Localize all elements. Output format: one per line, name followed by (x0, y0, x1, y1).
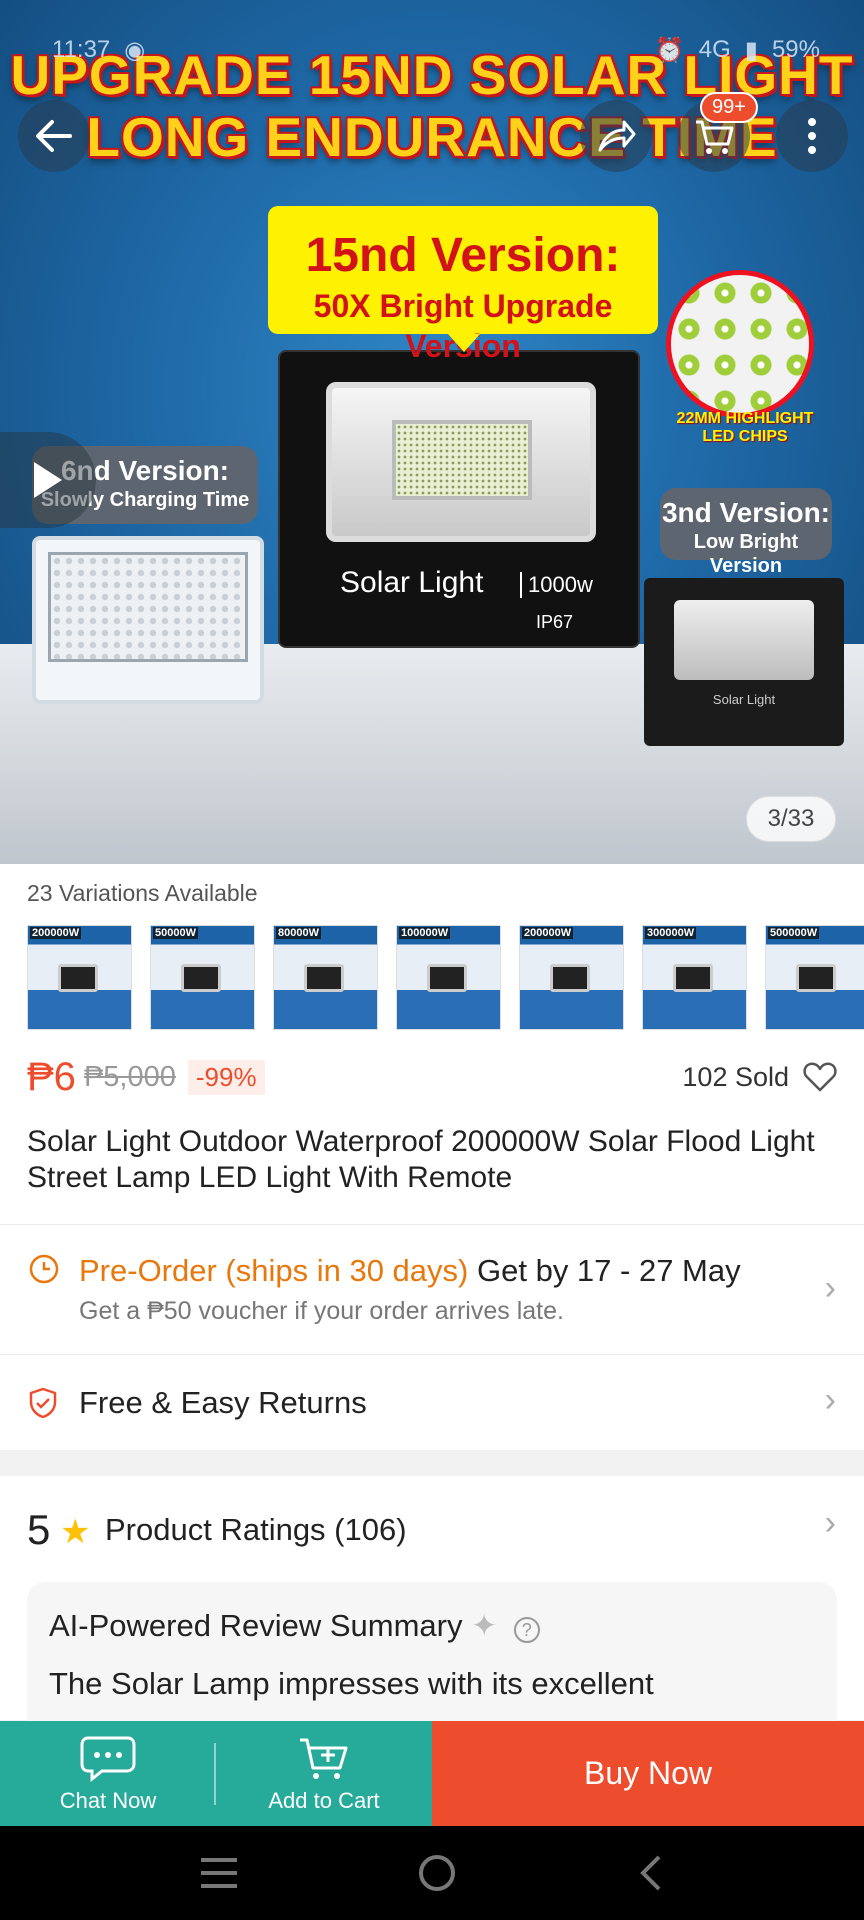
main-lamp-label: Solar Light (340, 566, 484, 599)
current-price: ₱6 (27, 1054, 76, 1099)
play-icon (34, 462, 62, 498)
help-icon[interactable]: ? (513, 1617, 540, 1643)
shipping-line: Pre-Order (ships in 30 days) Get by 17 -… (79, 1253, 741, 1289)
preorder-label: Pre-Order (ships in 30 days) (79, 1253, 469, 1288)
chat-now-button[interactable]: Chat Now (0, 1721, 216, 1826)
variations-label: 23 Variations Available (27, 880, 258, 906)
product-title: Solar Light Outdoor Waterproof 200000W S… (27, 1125, 815, 1194)
chevron-right-icon: › (824, 1381, 836, 1419)
lamp-panel (326, 382, 596, 542)
left-lamp-illustration (32, 536, 264, 704)
status-bar: 11:37 ◉ ⏰ 4G ▮ 59% (52, 30, 820, 70)
chevron-right-icon: › (824, 1504, 836, 1542)
summary-title: AI-Powered Review Summary (49, 1608, 463, 1643)
original-price: ₱5,000 (83, 1060, 176, 1093)
home-icon[interactable] (417, 1853, 457, 1893)
back-button[interactable] (18, 100, 90, 172)
bottom-divider (214, 1743, 216, 1805)
rating-score: 5 (27, 1506, 51, 1553)
shield-icon (29, 1387, 57, 1419)
chat-now-label: Chat Now (59, 1787, 157, 1813)
main-lamp-illustration: Solar Light 1000w IP67 (278, 350, 640, 648)
chat-icon (80, 1736, 136, 1782)
chevron-right-icon: › (824, 1269, 836, 1307)
variation-thumbnails[interactable]: 200000W 50000W 80000W 100000W 200000W 30… (27, 925, 864, 1031)
led-chip-closeup (666, 270, 814, 418)
variation-thumb[interactable]: 50000W (150, 925, 255, 1030)
version-callout: 15nd Version: 50X Bright Upgrade Version (268, 206, 658, 364)
image-counter: 3/33 (746, 796, 836, 842)
buy-now-label: Buy Now (583, 1755, 713, 1791)
back-nav-icon[interactable] (635, 1853, 665, 1893)
ratings-section[interactable]: 5 ★ Product Ratings (106) › AI-Powered R… (0, 1476, 864, 1742)
sold-count-area: 102 Sold (682, 1062, 837, 1093)
returns-label: Free & Easy Returns (79, 1385, 367, 1420)
summary-text: The Solar Lamp impresses with its excell… (49, 1666, 654, 1701)
callout-subtitle: 50X Bright Upgrade Version (313, 288, 613, 364)
bottom-action-bar: Chat Now Add to Cart Buy Now (0, 1721, 864, 1826)
ai-review-summary: AI-Powered Review Summary ✦ ? The Solar … (27, 1582, 837, 1742)
variation-thumb[interactable]: 200000W (519, 925, 624, 1030)
share-icon (598, 120, 636, 152)
voucher-note: Get a ₱50 voucher if your order arrives … (79, 1297, 564, 1325)
alarm-icon: ⏰ (654, 36, 685, 64)
cart-count-badge: 99+ (700, 92, 758, 123)
clock-icon (29, 1254, 59, 1284)
right-lamp-illustration: Solar Light (644, 578, 844, 746)
variation-thumb[interactable]: 300000W (642, 925, 747, 1030)
right-version-bubble: 3nd Version: Low Bright Version (660, 488, 832, 577)
star-icon: ★ (60, 1513, 91, 1551)
variation-thumb[interactable]: 100000W (396, 925, 501, 1030)
variation-thumb[interactable]: 500000W (765, 925, 864, 1030)
shipping-row[interactable]: Pre-Order (ships in 30 days) Get by 17 -… (0, 1224, 864, 1354)
variation-thumb[interactable]: 200000W (27, 925, 132, 1030)
sold-count: 102 Sold (682, 1061, 789, 1092)
right-version-title: 3nd Version: (661, 497, 831, 528)
variation-thumb[interactable]: 80000W (273, 925, 378, 1030)
heart-icon[interactable] (803, 1062, 837, 1092)
add-cart-icon (300, 1738, 348, 1779)
add-to-cart-label: Add to Cart (268, 1787, 380, 1813)
main-lamp-watt: 1000w (520, 572, 593, 598)
share-button[interactable] (580, 100, 652, 172)
chip-label: 22MM HIGHLIGHT LED CHIPS (676, 410, 814, 445)
buy-now-button[interactable]: Buy Now (432, 1721, 864, 1826)
delivery-estimate: Get by 17 - 27 May (477, 1253, 741, 1288)
more-options-button[interactable] (776, 100, 848, 172)
notification-icon: ◉ (124, 36, 146, 64)
signal-icon: ▮ (744, 36, 758, 64)
sparkle-icon: ✦ (471, 1608, 498, 1643)
callout-title: 15nd Version: (305, 229, 621, 282)
system-nav-bar (0, 1826, 864, 1920)
recent-apps-icon[interactable] (199, 1856, 239, 1890)
right-version-sub: Low Bright Version (693, 531, 799, 577)
network-label: 4G (698, 36, 731, 63)
status-time: 11:37 (52, 36, 111, 63)
more-vertical-icon (808, 118, 816, 154)
returns-row[interactable]: Free & Easy Returns › (0, 1354, 864, 1450)
discount-badge: -99% (187, 1059, 265, 1095)
ratings-label: Product Ratings (106) (105, 1512, 407, 1547)
cart-button[interactable]: 99+ (678, 92, 758, 172)
play-video-button[interactable] (0, 432, 96, 528)
right-lamp-text: Solar Light (712, 692, 776, 707)
battery-level: 59% (771, 36, 820, 63)
summary-title-row: AI-Powered Review Summary ✦ ? (49, 1608, 540, 1644)
add-to-cart-button[interactable]: Add to Cart (216, 1721, 432, 1826)
main-lamp-rating: IP67 (536, 612, 574, 632)
price-row: ₱6 ₱5,000 -99% 102 Sold (27, 1052, 837, 1102)
back-arrow-icon (36, 120, 72, 152)
